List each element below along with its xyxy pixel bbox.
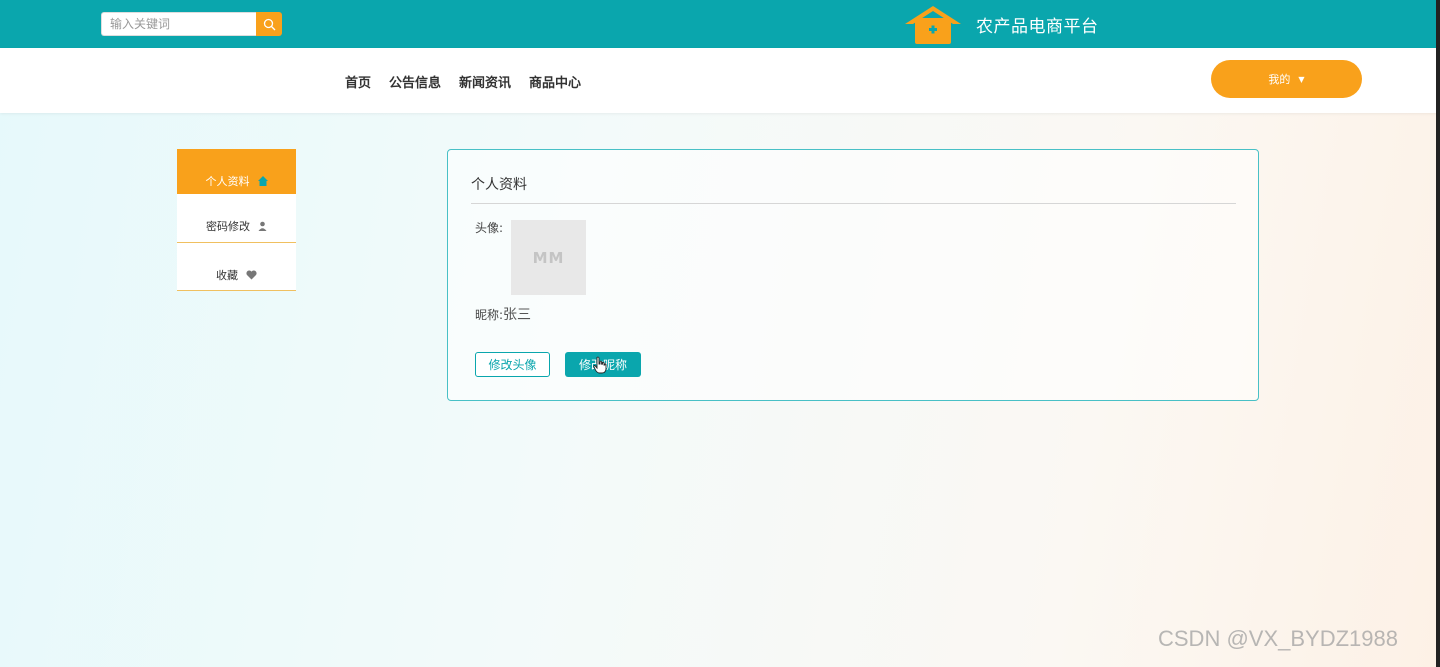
hand-cursor-icon bbox=[593, 356, 607, 374]
search-box bbox=[101, 12, 282, 36]
nav-item-news[interactable]: 新闻资讯 bbox=[459, 72, 511, 91]
heart-icon bbox=[246, 269, 257, 280]
search-input[interactable] bbox=[101, 12, 256, 36]
search-icon bbox=[263, 18, 275, 30]
house-icon bbox=[257, 175, 268, 186]
user-menu-button[interactable]: 我的 ▼ bbox=[1211, 60, 1362, 98]
watermark: CSDN @VX_BYDZ1988 bbox=[1158, 626, 1398, 651]
main-navbar: 首页 公告信息 新闻资讯 商品中心 我的 ▼ bbox=[0, 48, 1440, 113]
nickname-label: 昵称: bbox=[475, 308, 504, 322]
user-menu-label: 我的 bbox=[1268, 73, 1291, 86]
sidebar-item-label: 密码修改 bbox=[206, 220, 250, 233]
change-avatar-button[interactable]: 修改头像 bbox=[475, 352, 550, 377]
caret-down-icon: ▼ bbox=[1298, 74, 1305, 84]
window-edge bbox=[1436, 0, 1440, 667]
site-title: 农产品电商平台 bbox=[976, 17, 1099, 37]
nav-item-announcements[interactable]: 公告信息 bbox=[389, 72, 441, 91]
card-title: 个人资料 bbox=[471, 177, 527, 193]
sidebar-item-password[interactable]: 密码修改 bbox=[177, 194, 296, 243]
nickname-value: 张三 bbox=[503, 307, 532, 323]
profile-sidebar: 个人资料 密码修改 收藏 bbox=[177, 149, 296, 291]
divider bbox=[471, 203, 1236, 204]
profile-card: 个人资料 头像: MM 昵称:张三 修改头像 修改昵称 bbox=[447, 149, 1259, 401]
sidebar-item-profile[interactable]: 个人资料 bbox=[177, 149, 296, 194]
nav-menu: 首页 公告信息 新闻资讯 商品中心 bbox=[345, 72, 581, 91]
avatar: MM bbox=[511, 220, 586, 295]
sidebar-item-favorites[interactable]: 收藏 bbox=[177, 243, 296, 291]
site-logo bbox=[905, 6, 961, 44]
nav-item-products[interactable]: 商品中心 bbox=[529, 72, 581, 91]
sidebar-item-label: 个人资料 bbox=[205, 174, 250, 188]
nav-item-home[interactable]: 首页 bbox=[345, 72, 371, 91]
avatar-label: 头像: bbox=[475, 221, 504, 235]
sidebar-item-label: 收藏 bbox=[216, 268, 238, 282]
nickname-row: 昵称:张三 bbox=[475, 304, 531, 324]
top-header-bar: 农产品电商平台 bbox=[0, 0, 1440, 48]
user-icon bbox=[258, 221, 267, 231]
search-button[interactable] bbox=[256, 12, 282, 36]
